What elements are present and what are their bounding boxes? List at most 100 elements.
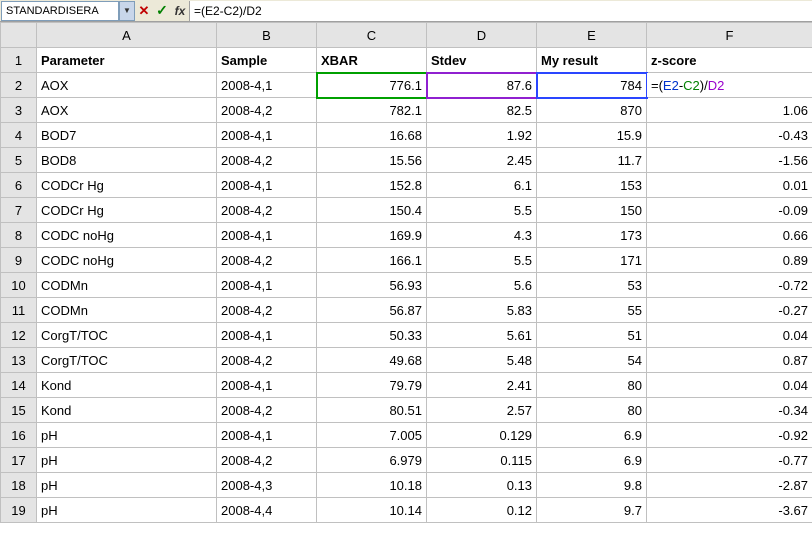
- select-all-corner[interactable]: [1, 23, 37, 48]
- row-header-14[interactable]: 14: [1, 373, 37, 398]
- row-header-18[interactable]: 18: [1, 473, 37, 498]
- cell-A12[interactable]: CorgT/TOC: [37, 323, 217, 348]
- cell-C7[interactable]: 150.4: [317, 198, 427, 223]
- cell-E6[interactable]: 153: [537, 173, 647, 198]
- cell-F12[interactable]: 0.04: [647, 323, 812, 348]
- cell-F14[interactable]: 0.04: [647, 373, 812, 398]
- cancel-button[interactable]: ✕: [135, 1, 153, 21]
- cell-B10[interactable]: 2008-4,1: [217, 273, 317, 298]
- cell-F18[interactable]: -2.87: [647, 473, 812, 498]
- cell-B14[interactable]: 2008-4,1: [217, 373, 317, 398]
- cell-B5[interactable]: 2008-4,2: [217, 148, 317, 173]
- cell-C12[interactable]: 50.33: [317, 323, 427, 348]
- cell-D14[interactable]: 2.41: [427, 373, 537, 398]
- cell-C2[interactable]: 776.1: [317, 73, 427, 98]
- row-header-15[interactable]: 15: [1, 398, 37, 423]
- cell-D12[interactable]: 5.61: [427, 323, 537, 348]
- cell-F13[interactable]: 0.87: [647, 348, 812, 373]
- col-header-E[interactable]: E: [537, 23, 647, 48]
- cell-F4[interactable]: -0.43: [647, 123, 812, 148]
- cell-C14[interactable]: 79.79: [317, 373, 427, 398]
- cell-D9[interactable]: 5.5: [427, 248, 537, 273]
- row-header-16[interactable]: 16: [1, 423, 37, 448]
- fx-button[interactable]: fx: [171, 1, 189, 21]
- cell-F19[interactable]: -3.67: [647, 498, 812, 523]
- cell-A15[interactable]: Kond: [37, 398, 217, 423]
- cell-F10[interactable]: -0.72: [647, 273, 812, 298]
- cell-A18[interactable]: pH: [37, 473, 217, 498]
- cell-E19[interactable]: 9.7: [537, 498, 647, 523]
- cell-A1[interactable]: Parameter: [37, 48, 217, 73]
- row-header-5[interactable]: 5: [1, 148, 37, 173]
- col-header-A[interactable]: A: [37, 23, 217, 48]
- cell-B1[interactable]: Sample: [217, 48, 317, 73]
- cell-C18[interactable]: 10.18: [317, 473, 427, 498]
- cell-F5[interactable]: -1.56: [647, 148, 812, 173]
- cell-B17[interactable]: 2008-4,2: [217, 448, 317, 473]
- cell-E11[interactable]: 55: [537, 298, 647, 323]
- cell-E8[interactable]: 173: [537, 223, 647, 248]
- cell-D10[interactable]: 5.6: [427, 273, 537, 298]
- cell-D4[interactable]: 1.92: [427, 123, 537, 148]
- cell-F3[interactable]: 1.06: [647, 98, 812, 123]
- cell-D18[interactable]: 0.13: [427, 473, 537, 498]
- cell-E18[interactable]: 9.8: [537, 473, 647, 498]
- enter-button[interactable]: ✓: [153, 1, 171, 21]
- cell-A14[interactable]: Kond: [37, 373, 217, 398]
- cell-B7[interactable]: 2008-4,2: [217, 198, 317, 223]
- row-header-1[interactable]: 1: [1, 48, 37, 73]
- row-header-10[interactable]: 10: [1, 273, 37, 298]
- cell-B4[interactable]: 2008-4,1: [217, 123, 317, 148]
- cell-B16[interactable]: 2008-4,1: [217, 423, 317, 448]
- cell-F15[interactable]: -0.34: [647, 398, 812, 423]
- cell-C1[interactable]: XBAR: [317, 48, 427, 73]
- cell-A2[interactable]: AOX: [37, 73, 217, 98]
- cell-E14[interactable]: 80: [537, 373, 647, 398]
- cell-D15[interactable]: 2.57: [427, 398, 537, 423]
- cell-A16[interactable]: pH: [37, 423, 217, 448]
- row-header-2[interactable]: 2: [1, 73, 37, 98]
- cell-C19[interactable]: 10.14: [317, 498, 427, 523]
- cell-C8[interactable]: 169.9: [317, 223, 427, 248]
- cell-E1[interactable]: My result: [537, 48, 647, 73]
- row-header-11[interactable]: 11: [1, 298, 37, 323]
- cell-A6[interactable]: CODCr Hg: [37, 173, 217, 198]
- cell-E16[interactable]: 6.9: [537, 423, 647, 448]
- row-header-4[interactable]: 4: [1, 123, 37, 148]
- cell-D7[interactable]: 5.5: [427, 198, 537, 223]
- cell-D6[interactable]: 6.1: [427, 173, 537, 198]
- row-header-13[interactable]: 13: [1, 348, 37, 373]
- cell-C13[interactable]: 49.68: [317, 348, 427, 373]
- cell-C16[interactable]: 7.005: [317, 423, 427, 448]
- cell-C4[interactable]: 16.68: [317, 123, 427, 148]
- cell-E5[interactable]: 11.7: [537, 148, 647, 173]
- cell-F11[interactable]: -0.27: [647, 298, 812, 323]
- cell-B18[interactable]: 2008-4,3: [217, 473, 317, 498]
- cell-C10[interactable]: 56.93: [317, 273, 427, 298]
- cell-A10[interactable]: CODMn: [37, 273, 217, 298]
- cell-E7[interactable]: 150: [537, 198, 647, 223]
- cell-F2[interactable]: =(E2-C2)/D2: [647, 73, 812, 98]
- cell-C15[interactable]: 80.51: [317, 398, 427, 423]
- row-header-19[interactable]: 19: [1, 498, 37, 523]
- cell-E12[interactable]: 51: [537, 323, 647, 348]
- cell-A17[interactable]: pH: [37, 448, 217, 473]
- cell-A5[interactable]: BOD8: [37, 148, 217, 173]
- cell-F8[interactable]: 0.66: [647, 223, 812, 248]
- col-header-F[interactable]: F: [647, 23, 812, 48]
- cell-D11[interactable]: 5.83: [427, 298, 537, 323]
- cell-D5[interactable]: 2.45: [427, 148, 537, 173]
- cell-D3[interactable]: 82.5: [427, 98, 537, 123]
- cell-F9[interactable]: 0.89: [647, 248, 812, 273]
- cell-E10[interactable]: 53: [537, 273, 647, 298]
- cell-A8[interactable]: CODC noHg: [37, 223, 217, 248]
- cell-D16[interactable]: 0.129: [427, 423, 537, 448]
- cell-F6[interactable]: 0.01: [647, 173, 812, 198]
- cell-A13[interactable]: CorgT/TOC: [37, 348, 217, 373]
- cell-D1[interactable]: Stdev: [427, 48, 537, 73]
- cell-A7[interactable]: CODCr Hg: [37, 198, 217, 223]
- cell-E4[interactable]: 15.9: [537, 123, 647, 148]
- cell-D17[interactable]: 0.115: [427, 448, 537, 473]
- cell-B6[interactable]: 2008-4,1: [217, 173, 317, 198]
- name-box-dropdown[interactable]: ▼: [119, 1, 135, 21]
